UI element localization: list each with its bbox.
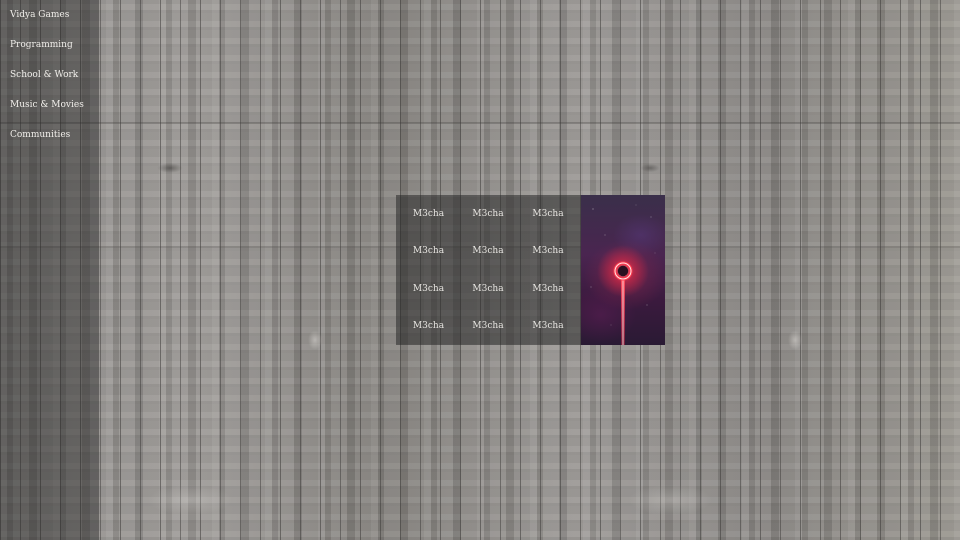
glowing-ring-artwork-icon [581,195,665,345]
sidebar-list: Vidya Games Programming School & Work Mu… [0,0,99,150]
grid-link[interactable]: M3cha [515,270,581,308]
sidebar-item-vidya-games[interactable]: Vidya Games [0,0,99,30]
sidebar-item-communities[interactable]: Communities [0,120,99,150]
artwork-graphic [590,204,656,345]
sidebar-item-school-work[interactable]: School & Work [0,60,99,90]
grid-link[interactable]: M3cha [515,195,581,233]
grid-link[interactable]: M3cha [396,233,461,271]
grid-link[interactable]: M3cha [396,195,461,233]
start-panel: M3cha M3cha M3cha M3cha M3cha M3cha M3ch… [396,195,665,345]
sidebar: Vidya Games Programming School & Work Mu… [0,0,99,540]
link-grid: M3cha M3cha M3cha M3cha M3cha M3cha M3ch… [396,195,581,345]
grid-link[interactable]: M3cha [515,233,581,271]
grid-link[interactable]: M3cha [461,270,515,308]
grid-link[interactable]: M3cha [461,233,515,271]
grid-link[interactable]: M3cha [461,195,515,233]
sidebar-item-programming[interactable]: Programming [0,30,99,60]
sidebar-item-music-movies[interactable]: Music & Movies [0,90,99,120]
grid-link[interactable]: M3cha [515,308,581,346]
grid-link[interactable]: M3cha [396,308,461,346]
grid-link[interactable]: M3cha [461,308,515,346]
grid-link[interactable]: M3cha [396,270,461,308]
